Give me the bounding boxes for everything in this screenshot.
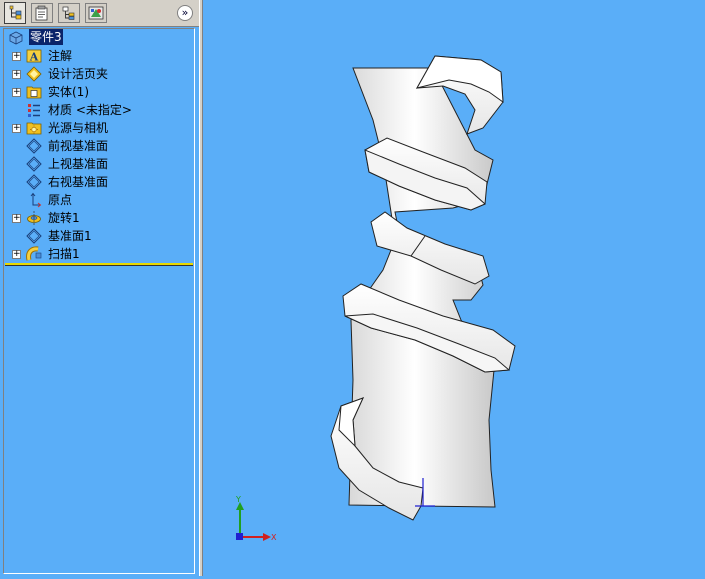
tree-item-label: 基准面1 xyxy=(48,229,92,243)
tree-item-origin[interactable]: 原点 xyxy=(4,191,194,209)
solid-bodies-icon xyxy=(26,86,42,99)
tree-item-front-plane[interactable]: 前视基准面 xyxy=(4,137,194,155)
expand-icon[interactable]: + xyxy=(12,52,21,61)
annotations-icon: A xyxy=(26,49,42,64)
tree-item-label: 实体(1) xyxy=(48,85,89,99)
revolve-icon xyxy=(27,211,41,225)
z-axis-marker xyxy=(236,533,243,540)
rollback-bar[interactable] xyxy=(5,263,193,266)
tree-item-label: 材质 <未指定> xyxy=(48,103,132,117)
tree-item-label: 旋转1 xyxy=(48,211,80,225)
plane-icon xyxy=(26,174,42,190)
tree-item-label: 右视基准面 xyxy=(48,175,109,189)
expand-icon[interactable]: + xyxy=(12,124,21,133)
plane-icon xyxy=(26,228,42,244)
expand-icon[interactable]: + xyxy=(12,214,21,223)
configuration-icon xyxy=(62,6,75,20)
material-icon xyxy=(28,104,40,117)
tree-item-label: 扫描1 xyxy=(48,247,80,261)
tree-item-design-binder[interactable]: + 设计活页夹 xyxy=(4,65,194,83)
tree-item-sweep1[interactable]: + 扫描1 xyxy=(4,245,194,263)
display-manager-tab[interactable] xyxy=(85,3,107,23)
coordinate-triad: Y X xyxy=(235,495,277,542)
panel-tab-bar: » xyxy=(0,0,199,27)
graphics-viewport[interactable]: Y X xyxy=(203,0,705,576)
x-axis-arrow xyxy=(263,533,271,541)
swept-part-model[interactable] xyxy=(330,55,516,521)
tree-root[interactable]: 零件3 xyxy=(4,29,194,47)
expand-icon[interactable]: + xyxy=(12,250,21,259)
tree-item-top-plane[interactable]: 上视基准面 xyxy=(4,155,194,173)
tree-item-label: 注解 xyxy=(48,49,73,63)
tree-item-revolve1[interactable]: + 旋转1 xyxy=(4,209,194,227)
part-icon xyxy=(9,31,23,45)
lights-cameras-icon xyxy=(26,122,42,135)
plane-icon xyxy=(26,138,42,154)
tree-item-right-plane[interactable]: 右视基准面 xyxy=(4,173,194,191)
feature-manager-panel: » 零件3 + A 注解 + 设计活页夹 + 实体(1) 材质 <未指定> + … xyxy=(0,0,199,576)
expand-icon[interactable]: + xyxy=(12,70,21,79)
tree-item-label: 前视基准面 xyxy=(48,139,109,153)
tree-item-lights-cameras[interactable]: + 光源与相机 xyxy=(4,119,194,137)
configuration-manager-tab[interactable] xyxy=(58,3,80,23)
plane-icon xyxy=(26,156,42,172)
tree-item-solid-bodies[interactable]: + 实体(1) xyxy=(4,83,194,101)
model-canvas xyxy=(330,55,516,521)
svg-text:A: A xyxy=(29,51,39,64)
property-manager-tab[interactable] xyxy=(31,3,53,23)
sweep-icon xyxy=(26,246,42,261)
feature-manager-tab[interactable] xyxy=(4,2,26,24)
tree-item-plane1[interactable]: 基准面1 xyxy=(4,227,194,245)
expand-panel-button[interactable]: » xyxy=(177,5,193,21)
tree-item-label: 原点 xyxy=(48,193,73,207)
y-axis-label: Y xyxy=(235,495,241,504)
feature-tree-icon xyxy=(9,5,22,20)
design-binder-icon xyxy=(26,66,42,82)
tree-item-material[interactable]: 材质 <未指定> xyxy=(4,101,194,119)
appearance-icon xyxy=(88,6,104,20)
feature-tree: 零件3 + A 注解 + 设计活页夹 + 实体(1) 材质 <未指定> + 光源… xyxy=(3,28,195,574)
tree-item-label: 光源与相机 xyxy=(48,121,109,135)
tree-item-label: 设计活页夹 xyxy=(48,67,109,81)
tree-item-label: 上视基准面 xyxy=(48,157,109,171)
origin-icon xyxy=(30,192,42,208)
tree-item-annotations[interactable]: + A 注解 xyxy=(4,47,194,65)
expand-icon[interactable]: + xyxy=(12,88,21,97)
property-icon xyxy=(35,5,48,21)
tree-root-label[interactable]: 零件3 xyxy=(29,29,63,45)
x-axis-label: X xyxy=(271,533,277,542)
